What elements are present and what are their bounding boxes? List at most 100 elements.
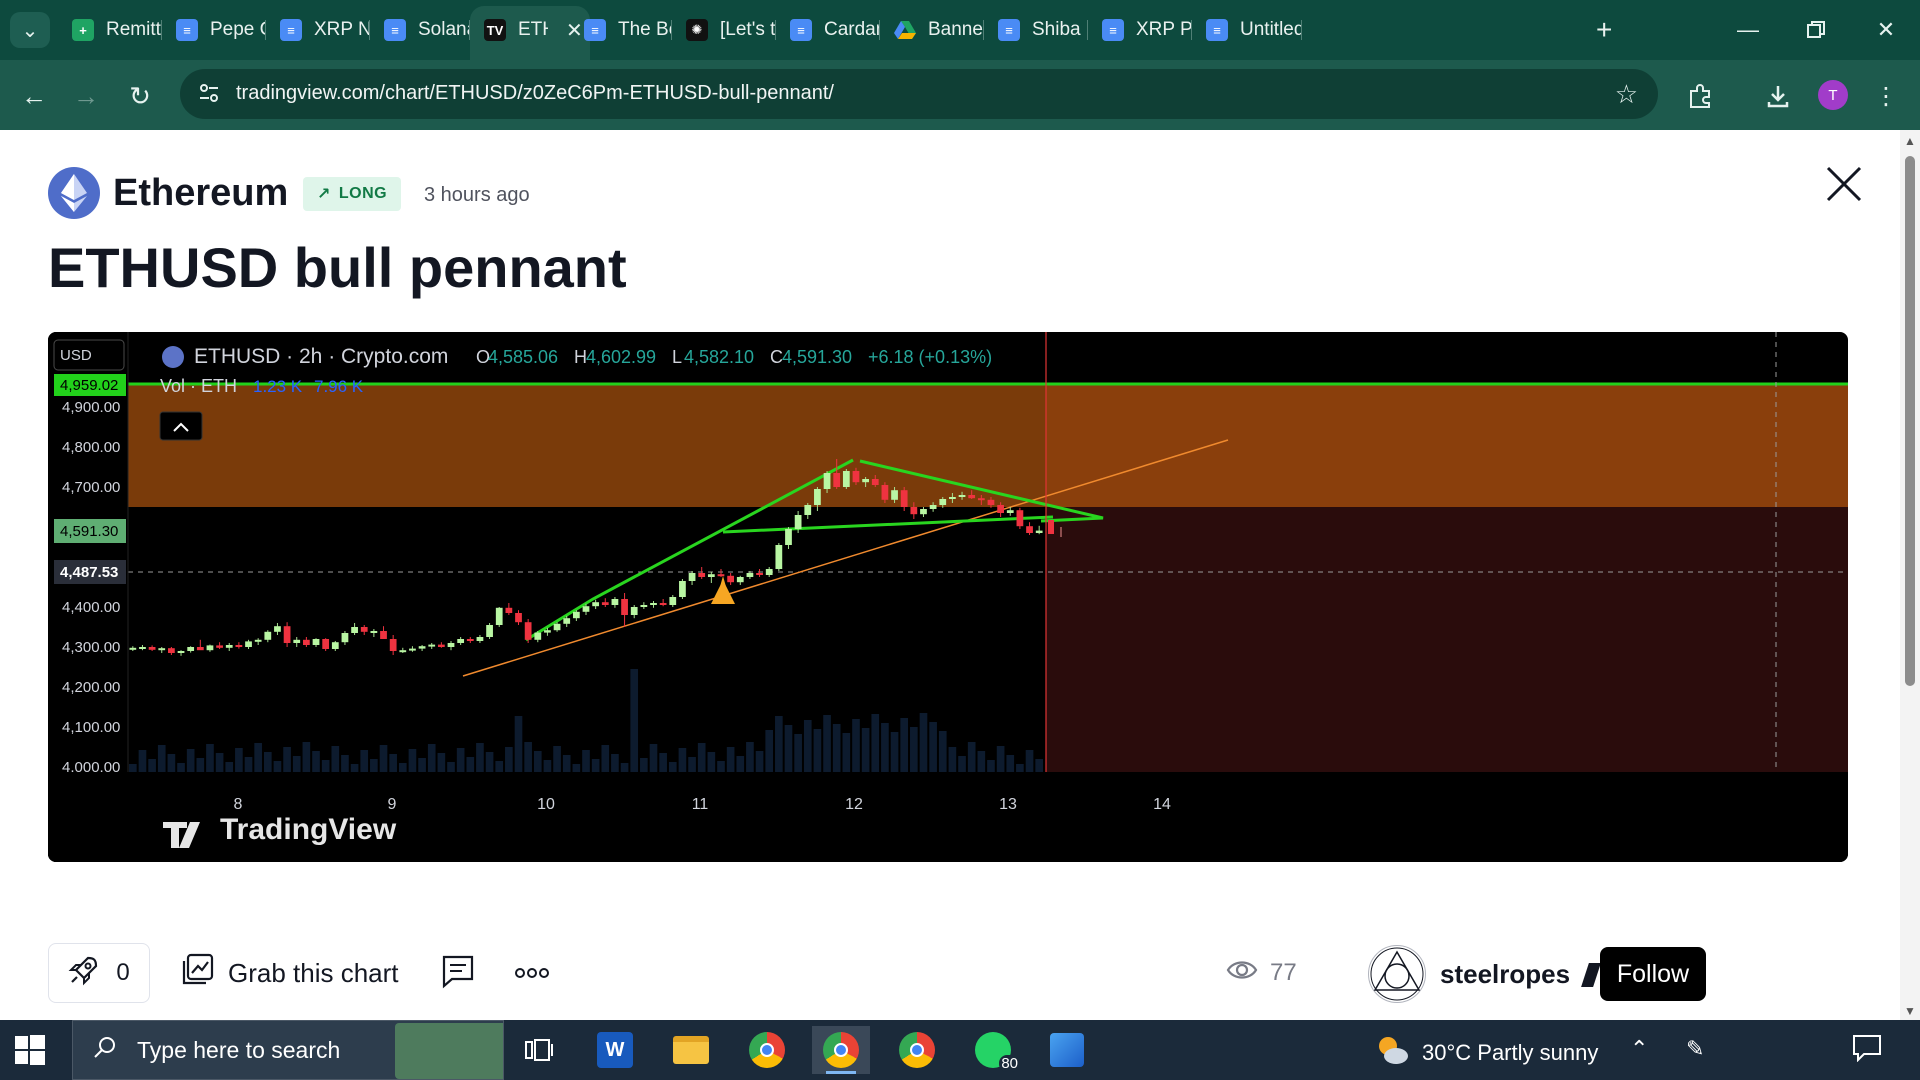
taskbar-search[interactable]: Type here to search — [72, 1020, 504, 1080]
file-explorer-icon[interactable] — [662, 1026, 720, 1074]
volume-value: 1.23 K — [253, 377, 303, 396]
scrollbar-thumb[interactable] — [1905, 156, 1915, 686]
volume-bar — [157, 745, 166, 772]
candle-body — [910, 507, 918, 515]
candle-body — [833, 473, 841, 487]
browser-tab[interactable]: ✺ [Let's t — [672, 12, 776, 48]
scroll-up-icon[interactable]: ▲ — [1904, 134, 1916, 148]
whatsapp-icon[interactable]: 80 — [964, 1026, 1022, 1074]
candle-body — [206, 645, 214, 651]
close-icon[interactable] — [1820, 160, 1868, 208]
more-options-icon[interactable] — [512, 953, 552, 993]
windows-start-icon[interactable] — [14, 1034, 46, 1066]
candle-body — [669, 597, 677, 605]
volume-bar — [398, 763, 407, 772]
word-app-icon[interactable]: W — [586, 1026, 644, 1074]
weather-widget[interactable]: 30°C Partly sunny — [1374, 1034, 1598, 1072]
page-scrollbar[interactable]: ▲ ▼ — [1900, 130, 1920, 1020]
volume-bar — [312, 751, 320, 772]
browser-tab[interactable]: ≡ Cardano — [776, 12, 880, 48]
comment-icon[interactable] — [440, 953, 480, 993]
browser-tab[interactable]: ≡ Untitled — [1192, 12, 1302, 48]
direction-label: LONG — [338, 185, 388, 202]
candle-body — [650, 603, 657, 605]
volume-bar — [138, 750, 147, 772]
task-view-icon[interactable] — [510, 1026, 568, 1074]
photos-app-icon[interactable] — [1038, 1026, 1096, 1074]
browser-tab[interactable]: ≡ XRP Price — [1088, 12, 1192, 48]
window-close-icon[interactable]: ✕ — [1856, 10, 1916, 50]
browser-tab[interactable]: ≡ XRP News — [266, 12, 370, 48]
candle-body — [283, 626, 291, 643]
scroll-down-icon[interactable]: ▼ — [1904, 1004, 1916, 1018]
bookmark-star-icon[interactable]: ☆ — [1615, 79, 1638, 110]
forward-button[interactable]: → — [66, 76, 106, 116]
price-tick-label: 4,800.00 — [62, 439, 120, 456]
address-bar[interactable]: tradingview.com/chart/ETHUSD/z0ZeC6Pm-ET… — [180, 69, 1658, 119]
chevron-up-icon[interactable]: ⌃ — [1630, 1036, 1648, 1062]
volume-bar — [659, 753, 667, 772]
chrome-profile-p-icon[interactable] — [888, 1026, 946, 1074]
search-placeholder[interactable]: Type here to search — [137, 1037, 340, 1064]
volume-bar — [1016, 764, 1024, 772]
author-name-text[interactable]: steelropes — [1440, 959, 1570, 989]
candle-body — [158, 648, 166, 651]
notifications-icon[interactable] — [1852, 1034, 1888, 1066]
candle-body — [630, 607, 638, 615]
browser-toolbar: ← → ↻ tradingview.com/chart/ETHUSD/z0ZeC… — [0, 60, 1920, 130]
back-button[interactable]: ← — [14, 76, 54, 116]
browser-tab[interactable]: ≡ Pepe Coin — [162, 12, 266, 48]
browser-tab[interactable]: Banner — [880, 12, 984, 48]
tab-title: ETHUSD — [518, 19, 548, 40]
browser-tab[interactable]: ≡ The Best — [570, 12, 672, 48]
tab-search-button[interactable]: ⌄ — [10, 12, 50, 48]
download-icon[interactable] — [1758, 76, 1798, 116]
chrome-profile-t-icon[interactable] — [812, 1026, 870, 1074]
minimize-icon[interactable]: — — [1718, 10, 1778, 50]
follow-button[interactable]: Follow — [1600, 947, 1706, 1001]
url-text[interactable]: tradingview.com/chart/ETHUSD/z0ZeC6Pm-ET… — [236, 82, 834, 105]
restore-icon[interactable] — [1786, 10, 1846, 50]
volume-bar — [254, 743, 262, 772]
asset-name[interactable]: Ethereum — [113, 172, 288, 215]
site-info-icon[interactable] — [198, 82, 222, 106]
chrome-profile-a-icon[interactable] — [738, 1026, 796, 1074]
eye-icon — [1226, 958, 1258, 989]
extensions-icon[interactable] — [1680, 76, 1720, 116]
author-name[interactable]: steelropes — [1440, 959, 1602, 990]
candle-body — [794, 515, 802, 529]
browser-tab[interactable]: + Remittance — [58, 12, 162, 48]
candle-body — [177, 651, 185, 653]
volume-bar — [215, 753, 224, 772]
candle-body — [1048, 520, 1054, 534]
volume-bar — [601, 745, 610, 772]
docs-icon: ≡ — [1102, 19, 1124, 41]
volume-bar — [929, 722, 937, 772]
candle-body — [254, 639, 262, 642]
grab-chart-button[interactable]: Grab this chart — [180, 943, 399, 1003]
kebab-menu-icon[interactable]: ⋮ — [1866, 76, 1906, 116]
profile-avatar[interactable]: T — [1818, 80, 1848, 110]
boost-button[interactable]: 0 — [48, 943, 150, 1003]
reload-button[interactable]: ↻ — [120, 76, 160, 116]
volume-bar — [350, 764, 359, 772]
candle-body — [447, 643, 455, 647]
volume-bar — [370, 759, 378, 772]
author-avatar[interactable] — [1368, 945, 1426, 1003]
pen-icon[interactable]: ✎ — [1686, 1036, 1704, 1062]
volume-bar — [726, 747, 735, 772]
docs-icon: ≡ — [584, 19, 606, 41]
candle-body — [871, 479, 879, 485]
volume-bar — [553, 746, 561, 772]
volume-bar — [562, 755, 571, 772]
volume-bar — [360, 750, 369, 772]
candlestick-chart[interactable]: USD 4,900.00 4,800.00 4,700.00 4,400.00 4,300… — [48, 332, 1848, 862]
new-tab-button[interactable]: + — [1590, 12, 1630, 48]
volume-bar — [919, 713, 928, 772]
tab-title: Pepe Coin — [210, 19, 266, 40]
chart-card[interactable]: USD 4,900.00 4,800.00 4,700.00 4,400.00 4,300… — [48, 332, 1848, 862]
browser-tab[interactable]: ≡ Solana — [370, 12, 470, 48]
price-tick-label: 4,400.00 — [62, 599, 120, 616]
collapse-legend-button[interactable] — [159, 411, 203, 441]
browser-tab[interactable]: ≡ Shiba Inu — [984, 12, 1088, 48]
